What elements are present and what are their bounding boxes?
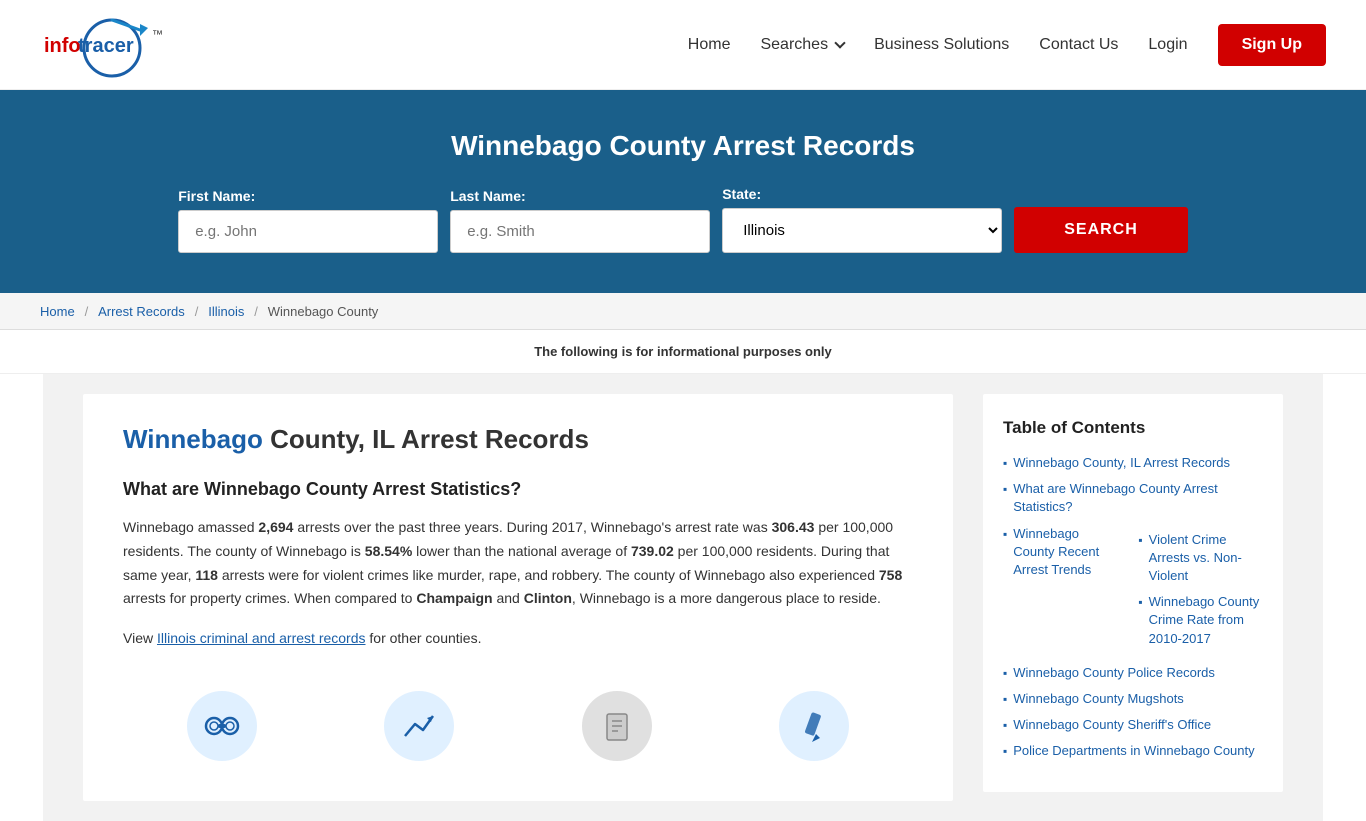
breadcrumb-illinois[interactable]: Illinois bbox=[208, 304, 244, 319]
svg-text:tracer: tracer bbox=[78, 35, 134, 57]
stat2: 306.43 bbox=[772, 519, 815, 535]
nav-searches[interactable]: Searches bbox=[760, 36, 844, 54]
para-end: , Winnebago is a more dangerous place to… bbox=[572, 590, 881, 606]
nav-links: Home Searches Business Solutions Contact… bbox=[688, 24, 1326, 66]
signup-button[interactable]: Sign Up bbox=[1218, 24, 1326, 66]
toc-item: What are Winnebago County Arrest Statist… bbox=[1003, 480, 1263, 516]
toc-link[interactable]: What are Winnebago County Arrest Statist… bbox=[1013, 480, 1263, 516]
last-name-group: Last Name: bbox=[450, 188, 710, 253]
para-post3: lower than the national average of bbox=[412, 543, 631, 559]
chevron-down-icon bbox=[834, 37, 845, 48]
breadcrumb-arrest-records[interactable]: Arrest Records bbox=[98, 304, 185, 319]
state-label: State: bbox=[722, 186, 1002, 202]
stats-paragraph: Winnebago amassed 2,694 arrests over the… bbox=[123, 516, 913, 611]
icon-trend bbox=[384, 691, 454, 761]
search-button[interactable]: SEARCH bbox=[1014, 207, 1188, 253]
content-heading: Winnebago County, IL Arrest Records bbox=[123, 424, 913, 455]
toc-item: Winnebago County Recent Arrest Trends Vio… bbox=[1003, 525, 1263, 656]
content-area: Winnebago County, IL Arrest Records What… bbox=[83, 394, 953, 801]
city2: Clinton bbox=[524, 590, 572, 606]
toc-list: Winnebago County, IL Arrest Records What … bbox=[1003, 454, 1263, 760]
toc-item: Police Departments in Winnebago County bbox=[1003, 742, 1263, 760]
navbar: info tracer ™ Home Searches Business Sol… bbox=[0, 0, 1366, 90]
toc-link[interactable]: Winnebago County Mugshots bbox=[1013, 690, 1184, 708]
para-pre1: Winnebago amassed bbox=[123, 519, 258, 535]
view-pre: View bbox=[123, 630, 157, 646]
heading-highlight: Winnebago bbox=[123, 424, 263, 454]
subheading: What are Winnebago County Arrest Statist… bbox=[123, 479, 913, 500]
breadcrumb-sep2: / bbox=[195, 304, 199, 319]
toc-link[interactable]: Winnebago County, IL Arrest Records bbox=[1013, 454, 1230, 472]
breadcrumb-sep3: / bbox=[254, 304, 258, 319]
icons-row bbox=[123, 671, 913, 761]
para-and: and bbox=[493, 590, 524, 606]
pen-icon bbox=[779, 691, 849, 761]
stat6: 758 bbox=[879, 567, 902, 583]
first-name-label: First Name: bbox=[178, 188, 438, 204]
icon-scroll bbox=[582, 691, 652, 761]
icon-pen bbox=[779, 691, 849, 761]
svg-text:™: ™ bbox=[152, 29, 163, 41]
city1: Champaign bbox=[416, 590, 492, 606]
breadcrumb-sep1: / bbox=[85, 304, 89, 319]
logo[interactable]: info tracer ™ bbox=[40, 10, 210, 80]
nav-business[interactable]: Business Solutions bbox=[874, 36, 1009, 53]
toc-item: Winnebago County, IL Arrest Records bbox=[1003, 454, 1263, 472]
toc-item: Winnebago County Police Records bbox=[1003, 664, 1263, 682]
stat5: 118 bbox=[195, 567, 218, 583]
view-link-paragraph: View Illinois criminal and arrest record… bbox=[123, 627, 913, 651]
breadcrumb-home[interactable]: Home bbox=[40, 304, 75, 319]
toc-sidebar: Table of Contents Winnebago County, IL A… bbox=[983, 394, 1283, 792]
toc-item: Winnebago County Sheriff's Office bbox=[1003, 716, 1263, 734]
hero-title: Winnebago County Arrest Records bbox=[20, 130, 1346, 162]
nav-home[interactable]: Home bbox=[688, 36, 731, 53]
last-name-input[interactable] bbox=[450, 210, 710, 253]
para-post6: arrests for property crimes. When compar… bbox=[123, 590, 416, 606]
toc-link[interactable]: Winnebago County Recent Arrest Trends bbox=[1013, 525, 1116, 580]
toc-link[interactable]: Police Departments in Winnebago County bbox=[1013, 742, 1254, 760]
para-post5: arrests were for violent crimes like mur… bbox=[218, 567, 879, 583]
stat1: 2,694 bbox=[258, 519, 293, 535]
trend-icon bbox=[384, 691, 454, 761]
toc-sub-link[interactable]: Winnebago County Crime Rate from 2010-20… bbox=[1149, 593, 1263, 648]
breadcrumb: Home / Arrest Records / Illinois / Winne… bbox=[0, 293, 1366, 330]
toc-link[interactable]: Winnebago County Police Records bbox=[1013, 664, 1215, 682]
main-container: Winnebago County, IL Arrest Records What… bbox=[43, 374, 1323, 821]
toc-link[interactable]: Winnebago County Sheriff's Office bbox=[1013, 716, 1211, 734]
state-select[interactable]: AlabamaAlaskaArizonaArkansasCaliforniaCo… bbox=[722, 208, 1002, 253]
view-post: for other counties. bbox=[366, 630, 482, 646]
scroll-icon bbox=[582, 691, 652, 761]
handcuffs-icon bbox=[187, 691, 257, 761]
toc-sub-item: Winnebago County Crime Rate from 2010-20… bbox=[1138, 593, 1263, 648]
first-name-group: First Name: bbox=[178, 188, 438, 253]
para-post1: arrests over the past three years. Durin… bbox=[293, 519, 771, 535]
info-banner: The following is for informational purpo… bbox=[0, 330, 1366, 374]
hero-banner: Winnebago County Arrest Records First Na… bbox=[0, 90, 1366, 293]
breadcrumb-county: Winnebago County bbox=[268, 304, 379, 319]
stat4: 739.02 bbox=[631, 543, 674, 559]
toc-sub-item: Violent Crime Arrests vs. Non-Violent bbox=[1138, 531, 1263, 586]
toc-title: Table of Contents bbox=[1003, 418, 1263, 438]
nav-contact[interactable]: Contact Us bbox=[1039, 36, 1118, 53]
illinois-records-link[interactable]: Illinois criminal and arrest records bbox=[157, 630, 366, 646]
state-group: State: AlabamaAlaskaArizonaArkansasCalif… bbox=[722, 186, 1002, 253]
svg-text:info: info bbox=[44, 35, 81, 57]
nav-login[interactable]: Login bbox=[1148, 36, 1187, 53]
search-form: First Name: Last Name: State: AlabamaAla… bbox=[133, 186, 1233, 253]
toc-item: Winnebago County Mugshots bbox=[1003, 690, 1263, 708]
toc-sub-link[interactable]: Violent Crime Arrests vs. Non-Violent bbox=[1149, 531, 1263, 586]
stat3: 58.54% bbox=[365, 543, 412, 559]
icon-handcuffs bbox=[187, 691, 257, 761]
last-name-label: Last Name: bbox=[450, 188, 710, 204]
first-name-input[interactable] bbox=[178, 210, 438, 253]
heading-rest: County, IL Arrest Records bbox=[263, 424, 589, 454]
